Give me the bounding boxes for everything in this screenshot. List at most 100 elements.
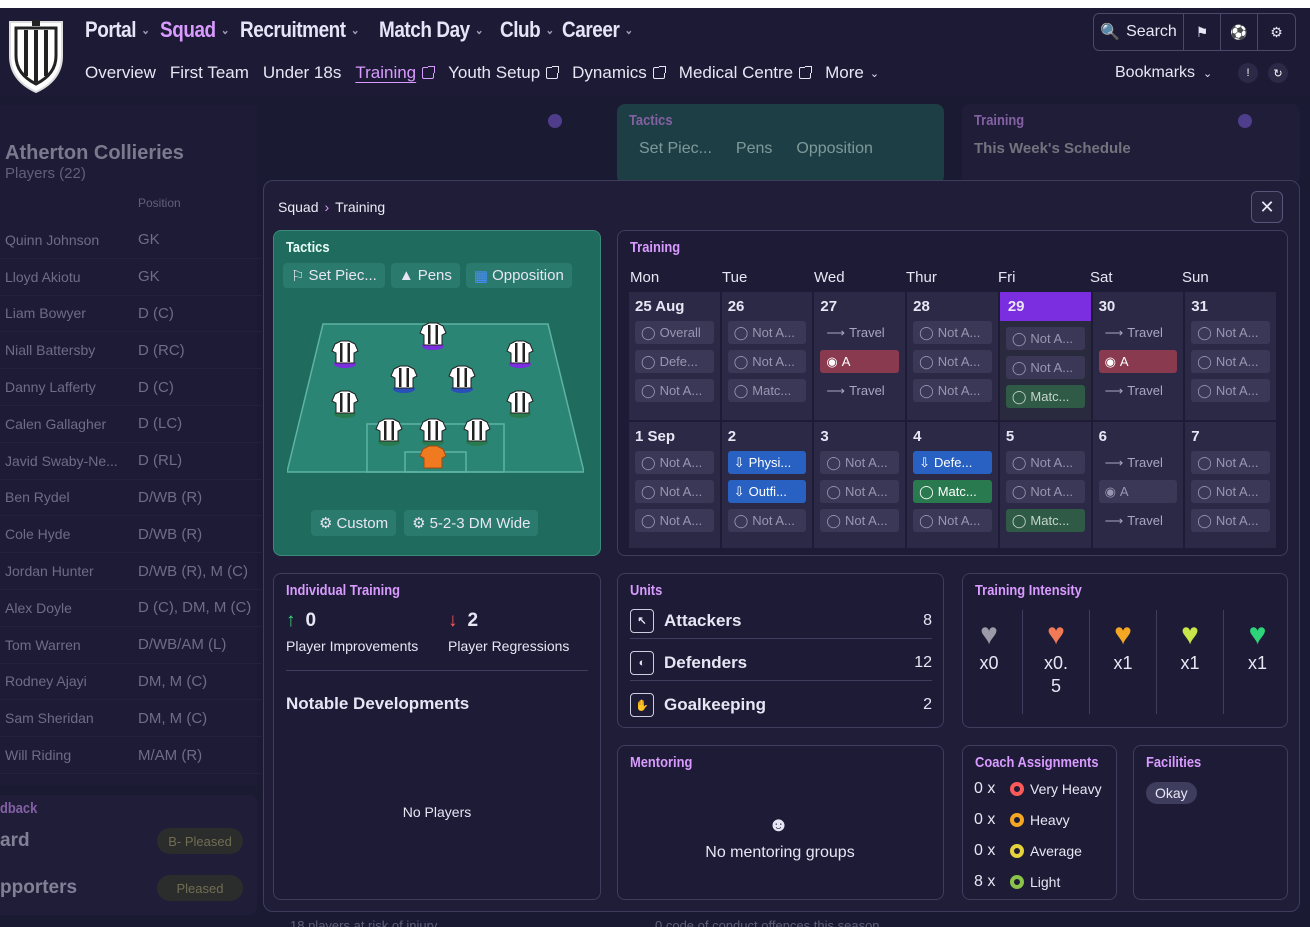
session-chip[interactable]: ◯ Not A... (1191, 451, 1270, 474)
subnav-medical-centre[interactable]: Medical Centre (679, 63, 813, 83)
session-chip[interactable]: ◯ Not A... (635, 379, 714, 402)
calendar-day[interactable]: 28 ◯ Not A... ◯ Not A... ◯ Not A... (907, 292, 998, 420)
player-row[interactable]: Niall Battersby D (RC) (0, 332, 262, 370)
session-chip[interactable]: ⇩ Defe... (913, 451, 992, 474)
intensity-option[interactable]: ♥ x1 (1090, 610, 1157, 714)
notification-icon[interactable]: ! (1238, 63, 1258, 83)
session-chip[interactable]: ◯ Overall (635, 321, 714, 344)
formation-pitch[interactable] (287, 322, 584, 474)
subnav-youth-setup[interactable]: Youth Setup (448, 63, 560, 83)
session-chip[interactable]: ◯ Matc... (1005, 385, 1085, 408)
refresh-icon[interactable]: ↻ (1268, 63, 1288, 83)
bookmarks-dropdown[interactable]: Bookmarks ⌄ (1115, 64, 1212, 82)
calendar-day[interactable]: 26 ◯ Not A... ◯ Not A... ◯ Matc... (721, 292, 813, 420)
session-chip[interactable]: ◯ Not A... (820, 509, 900, 532)
session-chip[interactable]: ◯ Not A... (820, 451, 900, 474)
subnav-dynamics[interactable]: Dynamics (572, 63, 666, 83)
player-shirt[interactable] (463, 418, 491, 446)
session-chip[interactable]: ◯ Not A... (1005, 451, 1085, 474)
custom-button[interactable]: ⚙ Custom (311, 510, 397, 536)
player-shirt[interactable] (419, 418, 447, 446)
session-chip[interactable]: ◯ Not A... (1191, 350, 1270, 373)
ball-icon[interactable]: ⚽ (1221, 14, 1258, 50)
formation-button[interactable]: ⚙ 5-2-3 DM Wide (404, 510, 539, 536)
set-pieces-button[interactable]: ⚐ Set Piec... (283, 263, 385, 288)
session-chip[interactable]: ◯ Not A... (820, 480, 900, 503)
calendar-day[interactable]: 6 ⟶ Travel ◉ A ⟶ Travel (1092, 422, 1184, 548)
session-chip[interactable]: ◯ Not A... (635, 509, 714, 532)
opposition-button[interactable]: ▦ Opposition (465, 263, 572, 288)
nav-career[interactable]: Career ⌄ (562, 17, 633, 43)
player-row[interactable]: Cole Hyde D/WB (R) (0, 516, 262, 554)
session-chip[interactable]: ◯ Not A... (1191, 509, 1270, 532)
player-row[interactable]: Javid Swaby-Ne... D (RL) (0, 443, 262, 480)
calendar-day[interactable]: 3 ◯ Not A... ◯ Not A... ◯ Not A... (814, 422, 906, 548)
session-chip[interactable]: ◯ Not A... (913, 509, 992, 532)
intensity-option[interactable]: ♥ x0. 5 (1023, 610, 1090, 714)
session-chip[interactable]: ◉ A (820, 350, 900, 373)
unit-attackers[interactable]: ↖ Attackers 8 (630, 603, 932, 639)
breadcrumb-squad[interactable]: Squad (278, 199, 318, 215)
session-chip[interactable]: ◉ A (1098, 350, 1178, 373)
session-chip[interactable]: ◯ Not A... (1191, 379, 1270, 402)
player-row[interactable]: Tom Warren D/WB/AM (L) (0, 627, 262, 664)
opposition-button[interactable]: Opposition (796, 140, 873, 158)
calendar-day[interactable]: 27 ⟶ Travel ◉ A ⟶ Travel (814, 292, 906, 420)
intensity-option[interactable]: ♥ x1 (1157, 610, 1224, 714)
session-chip[interactable]: ◯ Not A... (635, 480, 714, 503)
session-chip[interactable]: ◯ Not A... (1191, 480, 1270, 503)
intensity-option[interactable]: ♥ x1 (1224, 610, 1291, 714)
pens-button[interactable]: ▲ Pens (390, 263, 460, 288)
calendar-day[interactable]: 2 ⇩ Physi... ⇩ Outfi... ◯ Not A... (721, 422, 813, 548)
session-chip[interactable]: ◯ Matc... (727, 379, 807, 402)
session-chip[interactable]: ⟶ Travel (820, 379, 899, 402)
close-button[interactable]: ✕ (1251, 191, 1283, 223)
player-shirt[interactable] (331, 390, 359, 418)
session-chip[interactable]: ◯ Not A... (1005, 327, 1085, 350)
session-chip[interactable]: ◯ Not A... (913, 379, 992, 402)
search-button[interactable]: 🔍 Search (1094, 14, 1184, 50)
session-chip[interactable]: ◯ Not A... (727, 321, 807, 344)
bookmark-icon[interactable]: ⚑ (1184, 14, 1221, 50)
player-row[interactable]: Rodney Ajayi DM, M (C) (0, 664, 262, 701)
calendar-day[interactable]: 31 ◯ Not A... ◯ Not A... ◯ Not A... (1185, 292, 1276, 420)
nav-club[interactable]: Club ⌄ (500, 17, 554, 43)
player-row[interactable]: Lloyd Akiotu GK (0, 259, 262, 296)
calendar-day[interactable]: 29 ◯ Not A... ◯ Not A... ◯ Matc... (999, 292, 1091, 420)
player-shirt[interactable] (419, 322, 447, 350)
player-shirt[interactable] (390, 365, 418, 393)
intensity-option[interactable]: ♥ x0 (956, 610, 1023, 714)
nav-match-day[interactable]: Match Day ⌄ (379, 17, 484, 43)
player-row[interactable]: Quinn Johnson GK (0, 222, 262, 259)
individual-training-card[interactable]: Individual Training ↑ 0 Player Improvemen… (273, 573, 601, 900)
player-shirt[interactable] (331, 340, 359, 368)
player-shirt[interactable] (506, 340, 534, 368)
session-chip[interactable]: ⟶ Travel (1099, 321, 1178, 344)
player-row[interactable]: Liam Bowyer D (C) (0, 296, 262, 333)
subnav-training[interactable]: Training (355, 63, 436, 83)
session-chip[interactable]: ◯ Not A... (727, 509, 807, 532)
player-row[interactable]: Ben Rydel D/WB (R) (0, 480, 262, 517)
gear-icon[interactable]: ⚙ (1258, 14, 1295, 50)
mentoring-card[interactable]: Mentoring ☻ No mentoring groups (617, 745, 944, 900)
calendar-day[interactable]: 5 ◯ Not A... ◯ Not A... ◯ Matc... (999, 422, 1091, 548)
calendar-day[interactable]: 7 ◯ Not A... ◯ Not A... ◯ Not A... (1185, 422, 1276, 548)
player-row[interactable]: Jordan Hunter D/WB (R), M (C) (0, 553, 262, 590)
player-row[interactable]: Danny Lafferty D (C) (0, 369, 262, 406)
session-chip[interactable]: ◯ Not A... (913, 321, 992, 344)
session-chip[interactable]: ◯ Matc... (913, 480, 992, 503)
session-chip[interactable]: ⇩ Physi... (727, 451, 807, 474)
facilities-card[interactable]: Facilities Okay (1133, 745, 1288, 900)
set-pieces-button[interactable]: Set Piec... (639, 140, 712, 158)
calendar-day[interactable]: 30 ⟶ Travel ◉ A ⟶ Travel (1092, 292, 1184, 420)
session-chip[interactable]: ◯ Not A... (1005, 480, 1085, 503)
session-chip[interactable]: ⟶ Travel (820, 321, 899, 344)
player-row[interactable]: Alex Doyle D (C), DM, M (C) (0, 590, 262, 627)
session-chip[interactable]: ◯ Not A... (1191, 321, 1270, 344)
goalkeeper-shirt[interactable] (419, 445, 447, 469)
session-chip[interactable]: ◯ Not A... (913, 350, 992, 373)
unit-defenders[interactable]: ◐ Defenders 12 (630, 645, 932, 681)
player-row[interactable]: Sam Sheridan DM, M (C) (0, 700, 262, 738)
unit-goalkeeping[interactable]: ✋ Goalkeeping 2 (630, 687, 932, 723)
subnav-under-18s[interactable]: Under 18s (263, 63, 341, 83)
